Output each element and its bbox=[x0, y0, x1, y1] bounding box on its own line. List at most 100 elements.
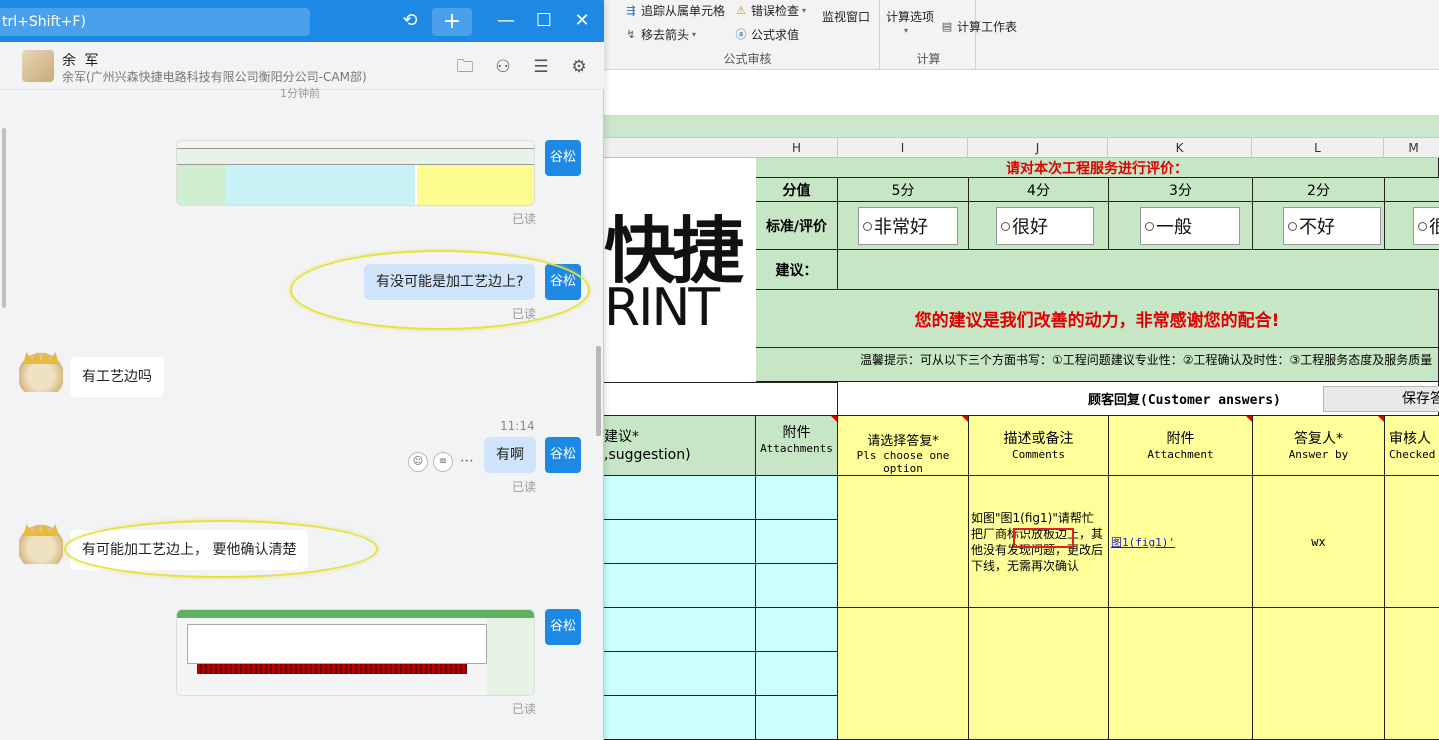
reply-icon[interactable]: ≡ bbox=[433, 452, 453, 472]
calc-options-button[interactable]: 计算选项 bbox=[886, 8, 934, 25]
data-cell[interactable] bbox=[604, 520, 756, 564]
calc-group: 计算选项 ▾ ▤ 计算工作表 计算 bbox=[882, 0, 1017, 70]
data-cell[interactable] bbox=[756, 476, 838, 520]
save-answer-button[interactable]: 保存答 bbox=[1323, 386, 1439, 412]
sheet-block bbox=[417, 165, 534, 205]
highlight-ellipse bbox=[290, 250, 590, 330]
attachment-cell[interactable]: 图1(fig1)' bbox=[1109, 476, 1253, 608]
formula-bar[interactable] bbox=[604, 70, 1439, 116]
watch-window-button[interactable]: 监视窗口 bbox=[822, 8, 870, 25]
answer-by-cell[interactable]: wx bbox=[1253, 476, 1385, 608]
radio-icon bbox=[1001, 221, 1010, 231]
maximize-icon[interactable]: ☐ bbox=[532, 9, 556, 33]
remove-arrows-button[interactable]: ↯ 移去箭头 ▾ bbox=[624, 26, 696, 43]
column-header-l[interactable]: L bbox=[1252, 138, 1384, 158]
sheet-icon: ▤ bbox=[941, 19, 953, 33]
add-button[interactable]: + bbox=[432, 8, 472, 36]
contact-avatar[interactable] bbox=[22, 50, 54, 82]
data-cell[interactable] bbox=[604, 564, 756, 608]
search-input[interactable]: trl+Shift+F) bbox=[0, 8, 310, 36]
score-1 bbox=[1385, 178, 1439, 202]
evaluate-formula-button[interactable]: ⓐ 公式求值 bbox=[734, 26, 800, 43]
read-status: 已读 bbox=[512, 212, 537, 226]
radio-icon bbox=[1418, 221, 1427, 231]
sheet-block bbox=[177, 165, 225, 205]
column-header-i[interactable]: I bbox=[838, 138, 968, 158]
image-message[interactable] bbox=[176, 140, 535, 206]
history-icon[interactable]: ⟲ bbox=[398, 9, 422, 33]
rating-option-average[interactable]: 一般 bbox=[1140, 207, 1240, 245]
data-cell[interactable] bbox=[756, 564, 838, 608]
highlight-ellipse bbox=[64, 520, 378, 578]
comment-marker-icon bbox=[1246, 416, 1252, 422]
rating-option-good[interactable]: 很好 bbox=[996, 207, 1094, 245]
trace-dependents-button[interactable]: ⇶ 追踪从属单元格 bbox=[624, 2, 725, 19]
highlight-box bbox=[1013, 528, 1074, 548]
suggestion-label: 建议： bbox=[756, 250, 838, 290]
search-history-icon[interactable]: ☰ bbox=[530, 56, 552, 78]
attachment-link[interactable]: 图1(fig1)' bbox=[1111, 534, 1175, 550]
data-cell[interactable] bbox=[756, 608, 838, 652]
column-header-k[interactable]: K bbox=[1108, 138, 1252, 158]
header-checked-by: 审核人 Checked bbox=[1385, 416, 1439, 476]
my-avatar[interactable]: 谷松 bbox=[545, 140, 581, 176]
close-icon[interactable]: ✕ bbox=[570, 9, 594, 33]
rating-option-very-poor[interactable]: 很 bbox=[1413, 207, 1439, 245]
data-cell[interactable] bbox=[604, 696, 756, 740]
column-header-m[interactable]: M bbox=[1384, 138, 1439, 158]
blank-cell[interactable] bbox=[604, 382, 838, 416]
data-cell[interactable] bbox=[1253, 608, 1385, 740]
tip-text: 温馨提示：可从以下三个方面书写：①工程问题建议专业性：②工程确认及时性：③工程服… bbox=[756, 348, 1439, 382]
header-attachment-1: 附件 Attachments bbox=[756, 416, 838, 476]
header-suggestion: 建议* ,suggestion) bbox=[604, 416, 756, 476]
column-header-h[interactable]: H bbox=[756, 138, 838, 158]
suggestion-input[interactable] bbox=[838, 250, 1439, 290]
trace-arrow-icon: ⇶ bbox=[626, 3, 636, 17]
left-scrollbar[interactable] bbox=[2, 128, 6, 308]
message-bubble[interactable]: 有啊 bbox=[484, 437, 536, 473]
data-cell[interactable] bbox=[969, 608, 1109, 740]
remove-arrows-icon: ↯ bbox=[626, 27, 636, 41]
message-bubble[interactable]: 有工艺边吗 bbox=[70, 357, 164, 397]
data-cell[interactable] bbox=[604, 652, 756, 696]
calc-sheet-button[interactable]: ▤ 计算工作表 bbox=[940, 18, 1017, 35]
folder-icon[interactable]: 🗀 bbox=[454, 56, 476, 78]
sheet-side bbox=[487, 618, 534, 695]
contact-avatar[interactable] bbox=[19, 524, 63, 564]
image-message[interactable] bbox=[176, 609, 535, 696]
data-cell[interactable] bbox=[604, 608, 756, 652]
my-avatar[interactable]: 谷松 bbox=[545, 437, 581, 473]
data-cell[interactable] bbox=[604, 476, 756, 520]
data-cell[interactable] bbox=[1109, 608, 1253, 740]
data-cell[interactable] bbox=[756, 696, 838, 740]
data-cell[interactable] bbox=[756, 520, 838, 564]
reaction-icon[interactable]: ☺ bbox=[408, 452, 428, 472]
comment-marker-icon bbox=[1378, 416, 1384, 422]
comment-marker-icon bbox=[962, 416, 968, 422]
error-check-button[interactable]: ⚠ 错误检查 ▾ bbox=[734, 2, 806, 19]
data-cell[interactable] bbox=[756, 652, 838, 696]
checked-by-cell[interactable] bbox=[1385, 476, 1439, 608]
more-icon[interactable]: ⋯ bbox=[457, 452, 477, 472]
column-headers: H I J K L M bbox=[604, 138, 1439, 158]
radio-icon bbox=[1288, 221, 1297, 231]
my-avatar[interactable]: 谷松 bbox=[545, 609, 581, 645]
rating-option-poor[interactable]: 不好 bbox=[1283, 207, 1381, 245]
sheet-row bbox=[177, 149, 534, 165]
choose-answer-cell[interactable] bbox=[838, 476, 969, 608]
rating-option-excellent[interactable]: 非常好 bbox=[858, 207, 958, 245]
add-user-icon[interactable]: ⚇ bbox=[492, 56, 514, 78]
contact-org: 余军(广州兴森快捷电路科技有限公司衡阳分公司-CAM部) bbox=[62, 70, 367, 84]
radio-icon bbox=[863, 221, 872, 231]
calc-options-dropdown-icon[interactable]: ▾ bbox=[904, 26, 908, 35]
data-cell[interactable] bbox=[1385, 608, 1439, 740]
column-header-j[interactable]: J bbox=[968, 138, 1108, 158]
formula-audit-group: ⇶ 追踪从属单元格 ⚠ 错误检查 ▾ ↯ 移去箭头 ▾ ⓐ 公式求值 监视窗口 公式审核 bbox=[616, 0, 880, 70]
chat-scrollbar[interactable] bbox=[596, 346, 601, 436]
minimize-icon[interactable]: — bbox=[494, 9, 518, 33]
settings-icon[interactable]: ⚙ bbox=[568, 56, 590, 78]
data-cell[interactable] bbox=[838, 608, 969, 740]
contact-name: 余 军 bbox=[62, 53, 101, 69]
contact-avatar[interactable] bbox=[19, 352, 63, 392]
read-status: 已读 bbox=[512, 480, 537, 494]
